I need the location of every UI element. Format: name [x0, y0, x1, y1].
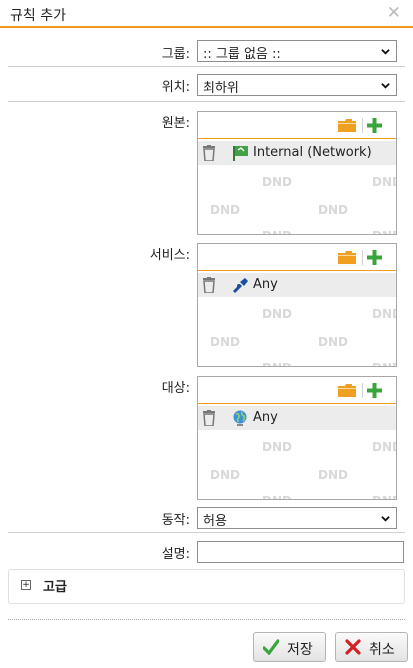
list-item-text: Any: [253, 277, 278, 292]
expand-icon[interactable]: +: [21, 580, 31, 590]
destination-label: 대상:: [161, 381, 190, 396]
divider: [8, 101, 405, 102]
list-item-text: Internal (Network): [253, 145, 372, 160]
add-icon[interactable]: [367, 383, 382, 398]
dnd-watermark: DND: [262, 494, 292, 499]
trash-icon[interactable]: [203, 145, 215, 161]
dnd-watermark: DND: [262, 361, 292, 366]
action-label: 동작:: [161, 513, 190, 528]
divider: [8, 66, 405, 67]
advanced-section[interactable]: + 고급: [8, 569, 405, 604]
toolbar-separator: [362, 250, 363, 265]
dnd-watermark: DND: [262, 307, 292, 321]
folder-icon[interactable]: [338, 119, 356, 132]
dnd-watermark: DND: [372, 229, 396, 234]
description-input[interactable]: [197, 541, 404, 563]
folder-icon[interactable]: [338, 384, 356, 397]
trash-icon[interactable]: [203, 410, 215, 426]
dnd-watermark: DND: [372, 175, 396, 189]
trash-icon[interactable]: [203, 277, 215, 293]
divider: [8, 532, 405, 533]
position-select-value: 최하위: [203, 81, 239, 96]
source-label: 원본:: [161, 116, 190, 131]
dnd-watermark: DND: [372, 494, 396, 499]
dotted-divider: [8, 619, 405, 620]
checkmark-icon: [263, 639, 279, 655]
chevron-down-icon: [381, 83, 390, 89]
dnd-watermark: DND: [210, 203, 240, 217]
add-icon[interactable]: [367, 250, 382, 265]
dialog-titlebar: 규칙 추가 ✕: [0, 0, 413, 28]
action-select[interactable]: 허용: [197, 507, 397, 529]
service-label: 서비스:: [149, 248, 190, 263]
service-toolbar: [198, 244, 396, 271]
destination-toolbar: [198, 377, 396, 404]
source-object-box[interactable]: Internal (Network) DND DND DND DND DND D…: [197, 111, 397, 235]
position-select[interactable]: 최하위: [197, 74, 397, 96]
service-object-box[interactable]: Any DND DND DND DND DND DND: [197, 243, 397, 367]
list-item-text: Any: [253, 410, 278, 425]
cancel-button[interactable]: 취소: [335, 632, 408, 662]
dnd-watermark: DND: [210, 335, 240, 349]
close-icon[interactable]: ✕: [387, 3, 401, 23]
action-select-value: 허용: [203, 514, 227, 529]
toolbar-separator: [362, 383, 363, 398]
position-label: 위치:: [161, 80, 190, 95]
group-label: 그룹:: [161, 47, 190, 62]
dnd-watermark: DND: [210, 468, 240, 482]
add-icon[interactable]: [367, 118, 382, 133]
dnd-watermark: DND: [262, 175, 292, 189]
cancel-button-label: 취소: [369, 642, 395, 658]
destination-object-box[interactable]: Any DND DND DND DND DND DND: [197, 376, 397, 500]
description-label: 설명:: [161, 547, 190, 562]
toolbar-separator: [362, 118, 363, 133]
group-select-value: :: 그룹 없음 ::: [203, 47, 281, 62]
save-button[interactable]: 저장: [253, 632, 326, 662]
dnd-watermark: DND: [372, 440, 396, 454]
list-item[interactable]: Internal (Network): [198, 141, 396, 165]
dnd-watermark: DND: [372, 307, 396, 321]
save-button-label: 저장: [287, 642, 313, 658]
dialog-title: 규칙 추가: [10, 8, 66, 24]
advanced-label: 고급: [43, 580, 67, 595]
dnd-watermark: DND: [318, 468, 348, 482]
list-item[interactable]: Any: [198, 406, 396, 430]
folder-icon[interactable]: [338, 251, 356, 264]
x-icon: [345, 639, 361, 655]
source-toolbar: [198, 112, 396, 139]
chevron-down-icon: [381, 516, 390, 522]
dnd-watermark: DND: [262, 229, 292, 234]
dnd-watermark: DND: [318, 203, 348, 217]
service-plug-icon: [232, 278, 248, 293]
dnd-watermark: DND: [318, 335, 348, 349]
globe-icon: [233, 410, 247, 426]
group-select[interactable]: :: 그룹 없음 ::: [197, 40, 397, 62]
dnd-watermark: DND: [262, 440, 292, 454]
chevron-down-icon: [381, 49, 390, 55]
network-flag-icon: [233, 146, 248, 161]
list-item[interactable]: Any: [198, 273, 396, 297]
dnd-watermark: DND: [372, 361, 396, 366]
